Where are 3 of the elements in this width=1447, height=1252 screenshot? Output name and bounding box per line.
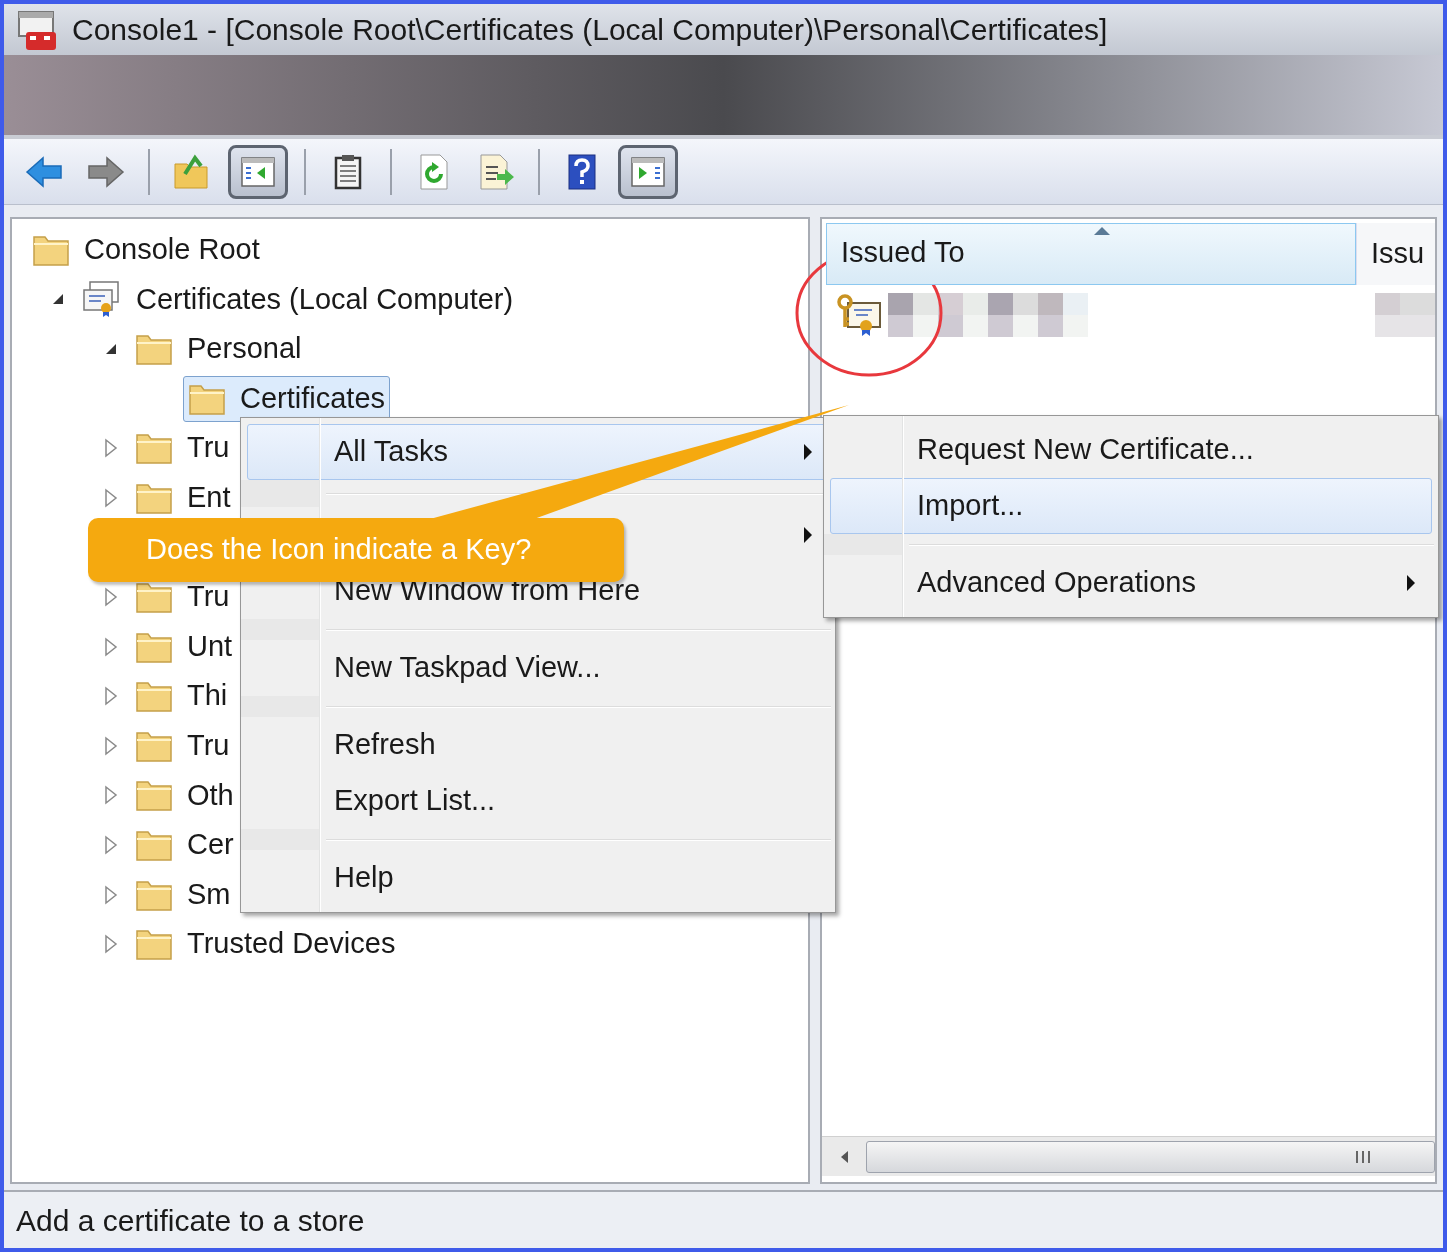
callout-tooltip: Does the Icon indicate a Key? [88, 518, 624, 582]
status-text: Add a certificate to a store [16, 1202, 365, 1239]
window-title: Console1 - [Console Root\Certificates (Local Computer)\Personal\Certificates] [72, 12, 1108, 48]
